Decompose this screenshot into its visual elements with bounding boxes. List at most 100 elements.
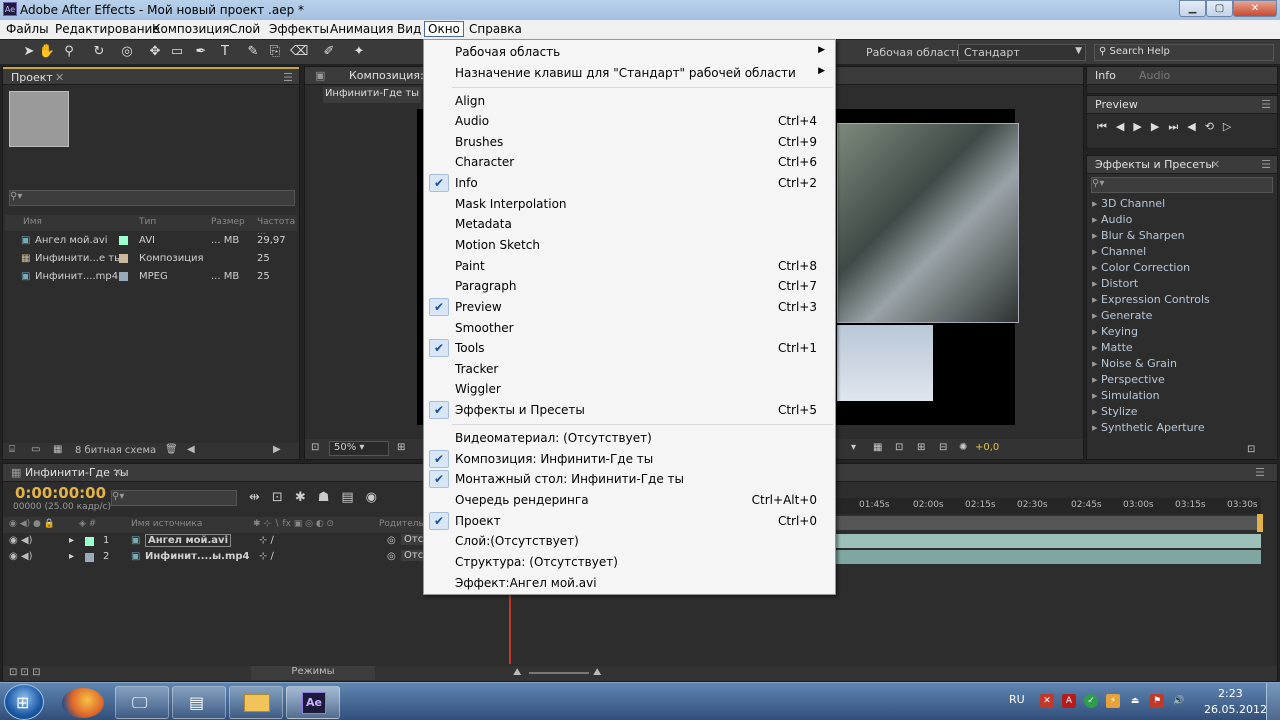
col-source-name[interactable]: Имя источника <box>131 519 202 529</box>
loop-icon[interactable]: ⟲ <box>1205 120 1223 133</box>
last-frame-icon[interactable]: ⏭ <box>1168 120 1187 133</box>
tab-effects-presets[interactable]: Эффекты и Пресеты <box>1095 158 1214 171</box>
effect-category[interactable]: Blur & Sharpen <box>1092 229 1185 242</box>
search-help-input[interactable]: ⚲ Search Help <box>1094 44 1274 61</box>
label-color-swatch[interactable] <box>85 553 94 562</box>
camera-tool-icon[interactable]: ◎ <box>118 43 136 61</box>
zoom-in-icon[interactable]: ⛰ <box>593 667 601 678</box>
fit-icon[interactable]: ⊞ <box>397 442 405 453</box>
menu-window[interactable]: Окно <box>424 21 464 37</box>
first-frame-icon[interactable]: ⏮ <box>1097 120 1116 133</box>
action-center-icon[interactable]: ⚑ <box>1150 694 1164 708</box>
taskbar-app-monitor[interactable]: 🖵 <box>115 686 169 719</box>
zoom-tool-icon[interactable]: ⚲ <box>60 43 78 61</box>
switch-icon[interactable]: ⊹ ∕ <box>259 551 274 562</box>
footer-toggle-icon[interactable]: ⊡ ⊡ ⊡ <box>9 667 41 678</box>
menu-item-footage[interactable]: Видеоматериал: (Отсутствует) <box>424 428 835 448</box>
tab-info[interactable]: Info <box>1095 69 1116 82</box>
grid-icon[interactable]: ▦ <box>873 442 882 453</box>
menu-layer[interactable]: Слой <box>229 22 260 36</box>
interpret-footage-icon[interactable]: ⌸ <box>9 444 15 455</box>
zoom-select[interactable]: 50% ▾ <box>329 441 389 456</box>
parent-pick-icon[interactable]: ◎ <box>387 535 396 546</box>
effect-category[interactable]: Generate <box>1092 309 1152 322</box>
col-parent[interactable]: Родитель <box>379 519 424 529</box>
effect-category[interactable]: Channel <box>1092 245 1146 258</box>
frame-blend-icon[interactable]: ☗ <box>318 490 342 505</box>
prev-frame-icon[interactable]: ◀ <box>1116 120 1133 133</box>
project-item[interactable]: ▣ Инфинит....mp4 MPEG ... MB 25 <box>21 269 297 287</box>
menu-item-metadata[interactable]: Metadata <box>424 214 835 234</box>
layer-name[interactable]: Ангел мой.avi <box>145 534 232 547</box>
timeline-search-input[interactable]: ⚲▾ <box>111 490 237 506</box>
region-icon[interactable]: ⊡ <box>311 442 319 453</box>
panel-menu-icon[interactable]: ☰ <box>1261 98 1271 111</box>
panel-menu-icon[interactable]: ☰ <box>283 71 293 84</box>
workspace-select[interactable]: Стандарт ▼ <box>958 44 1086 61</box>
menu-item-workspace[interactable]: Рабочая область ▶ <box>424 42 835 62</box>
minimize-button[interactable]: ▁ <box>1179 0 1206 17</box>
tab-project[interactable]: Проект <box>11 71 53 84</box>
motion-blur-icon[interactable]: ▤ <box>341 490 365 505</box>
menu-item-render-queue[interactable]: Очередь рендеринга Ctrl+Alt+0 <box>424 490 835 510</box>
effect-category[interactable]: Perspective <box>1092 373 1165 386</box>
menu-view[interactable]: Вид <box>397 22 421 36</box>
layer-name[interactable]: Инфинит....ы.mp4 <box>145 551 250 562</box>
panel-menu-icon[interactable]: ☰ <box>1255 466 1265 479</box>
scroll-right-icon[interactable]: ▶ <box>273 444 281 455</box>
lock-icon[interactable]: ▣ <box>315 69 325 82</box>
menu-item-info[interactable]: ✔ Info Ctrl+2 <box>424 173 835 193</box>
mask-tool-icon[interactable]: ▭ <box>168 43 186 61</box>
menu-item-motion-sketch[interactable]: Motion Sketch <box>424 235 835 255</box>
toggle-modes-button[interactable]: Режимы <box>251 666 375 680</box>
safely-remove-icon[interactable]: ⏏ <box>1128 694 1142 708</box>
draft-3d-icon[interactable]: ⊡ <box>272 490 295 505</box>
scroll-left-icon[interactable]: ◀ <box>187 444 195 455</box>
menu-item-keyboard-shortcuts[interactable]: Назначение клавиш для "Стандарт" рабочей… <box>424 63 835 83</box>
tab-audio[interactable]: Audio <box>1139 69 1170 82</box>
next-frame-icon[interactable]: ▶ <box>1151 120 1168 133</box>
clock-time[interactable]: 2:23 <box>1218 687 1243 700</box>
close-button[interactable]: ✕ <box>1233 0 1277 17</box>
zoom-out-icon[interactable]: ⛰ <box>513 667 521 678</box>
project-item[interactable]: ▦ Инфинити...е ты Композиция 25 <box>21 251 297 269</box>
menu-item-composition[interactable]: ✔ Композиция: Инфинити-Где ты <box>424 449 835 469</box>
rotate-tool-icon[interactable]: ↻ <box>90 43 108 61</box>
menu-composition[interactable]: Композиция <box>152 22 229 36</box>
comp-mini-flowchart-icon[interactable]: ⇹ <box>249 490 272 505</box>
firefox-icon[interactable] <box>62 688 104 718</box>
parent-pick-icon[interactable]: ◎ <box>387 551 396 562</box>
expand-arrow-icon[interactable]: ▸ <box>69 535 74 546</box>
close-tab-icon[interactable]: ✕ <box>1211 158 1220 171</box>
roto-brush-icon[interactable]: ✐ <box>320 43 338 61</box>
menu-item-paragraph[interactable]: Paragraph Ctrl+7 <box>424 276 835 296</box>
label-color-swatch[interactable] <box>85 537 94 546</box>
menu-item-brushes[interactable]: Brushes Ctrl+9 <box>424 132 835 152</box>
exposure-value[interactable]: +0,0 <box>975 442 999 453</box>
effect-category[interactable]: Simulation <box>1092 389 1160 402</box>
taskbar-app-after-effects[interactable]: Ae <box>286 686 340 719</box>
expand-arrow-icon[interactable]: ▸ <box>69 551 74 562</box>
menu-item-project[interactable]: ✔ Проект Ctrl+0 <box>424 511 835 531</box>
panel-menu-icon[interactable]: ☰ <box>1261 158 1271 171</box>
3d-view-icon[interactable]: ⊟ <box>939 442 947 453</box>
menu-item-tracker[interactable]: Tracker <box>424 359 835 379</box>
menu-item-mask-interpolation[interactable]: Mask Interpolation <box>424 194 835 214</box>
graph-editor-icon[interactable]: ◉ <box>366 490 389 505</box>
menu-item-paint[interactable]: Paint Ctrl+8 <box>424 256 835 276</box>
menu-item-character[interactable]: Character Ctrl+6 <box>424 152 835 172</box>
bit-depth-label[interactable]: 8 битная схема <box>75 445 156 456</box>
menu-animation[interactable]: Анимация <box>330 22 393 36</box>
work-area-end-handle[interactable] <box>1257 514 1263 532</box>
visibility-icon[interactable]: ◉ ◀) <box>9 535 33 546</box>
puppet-pin-icon[interactable]: ✦ <box>350 43 368 61</box>
selection-tool-icon[interactable]: ➤ <box>20 43 38 61</box>
exposure-icon[interactable]: ✺ <box>959 442 967 453</box>
menu-item-layer[interactable]: Слой:(Отсутствует) <box>424 531 835 551</box>
project-search-input[interactable]: ⚲▾ <box>9 190 295 206</box>
menu-file[interactable]: Файлы <box>6 22 49 36</box>
effect-category[interactable]: Stylize <box>1092 405 1137 418</box>
menu-help[interactable]: Справка <box>469 22 522 36</box>
menu-item-audio[interactable]: Audio Ctrl+4 <box>424 111 835 131</box>
effect-category[interactable]: Expression Controls <box>1092 293 1210 306</box>
